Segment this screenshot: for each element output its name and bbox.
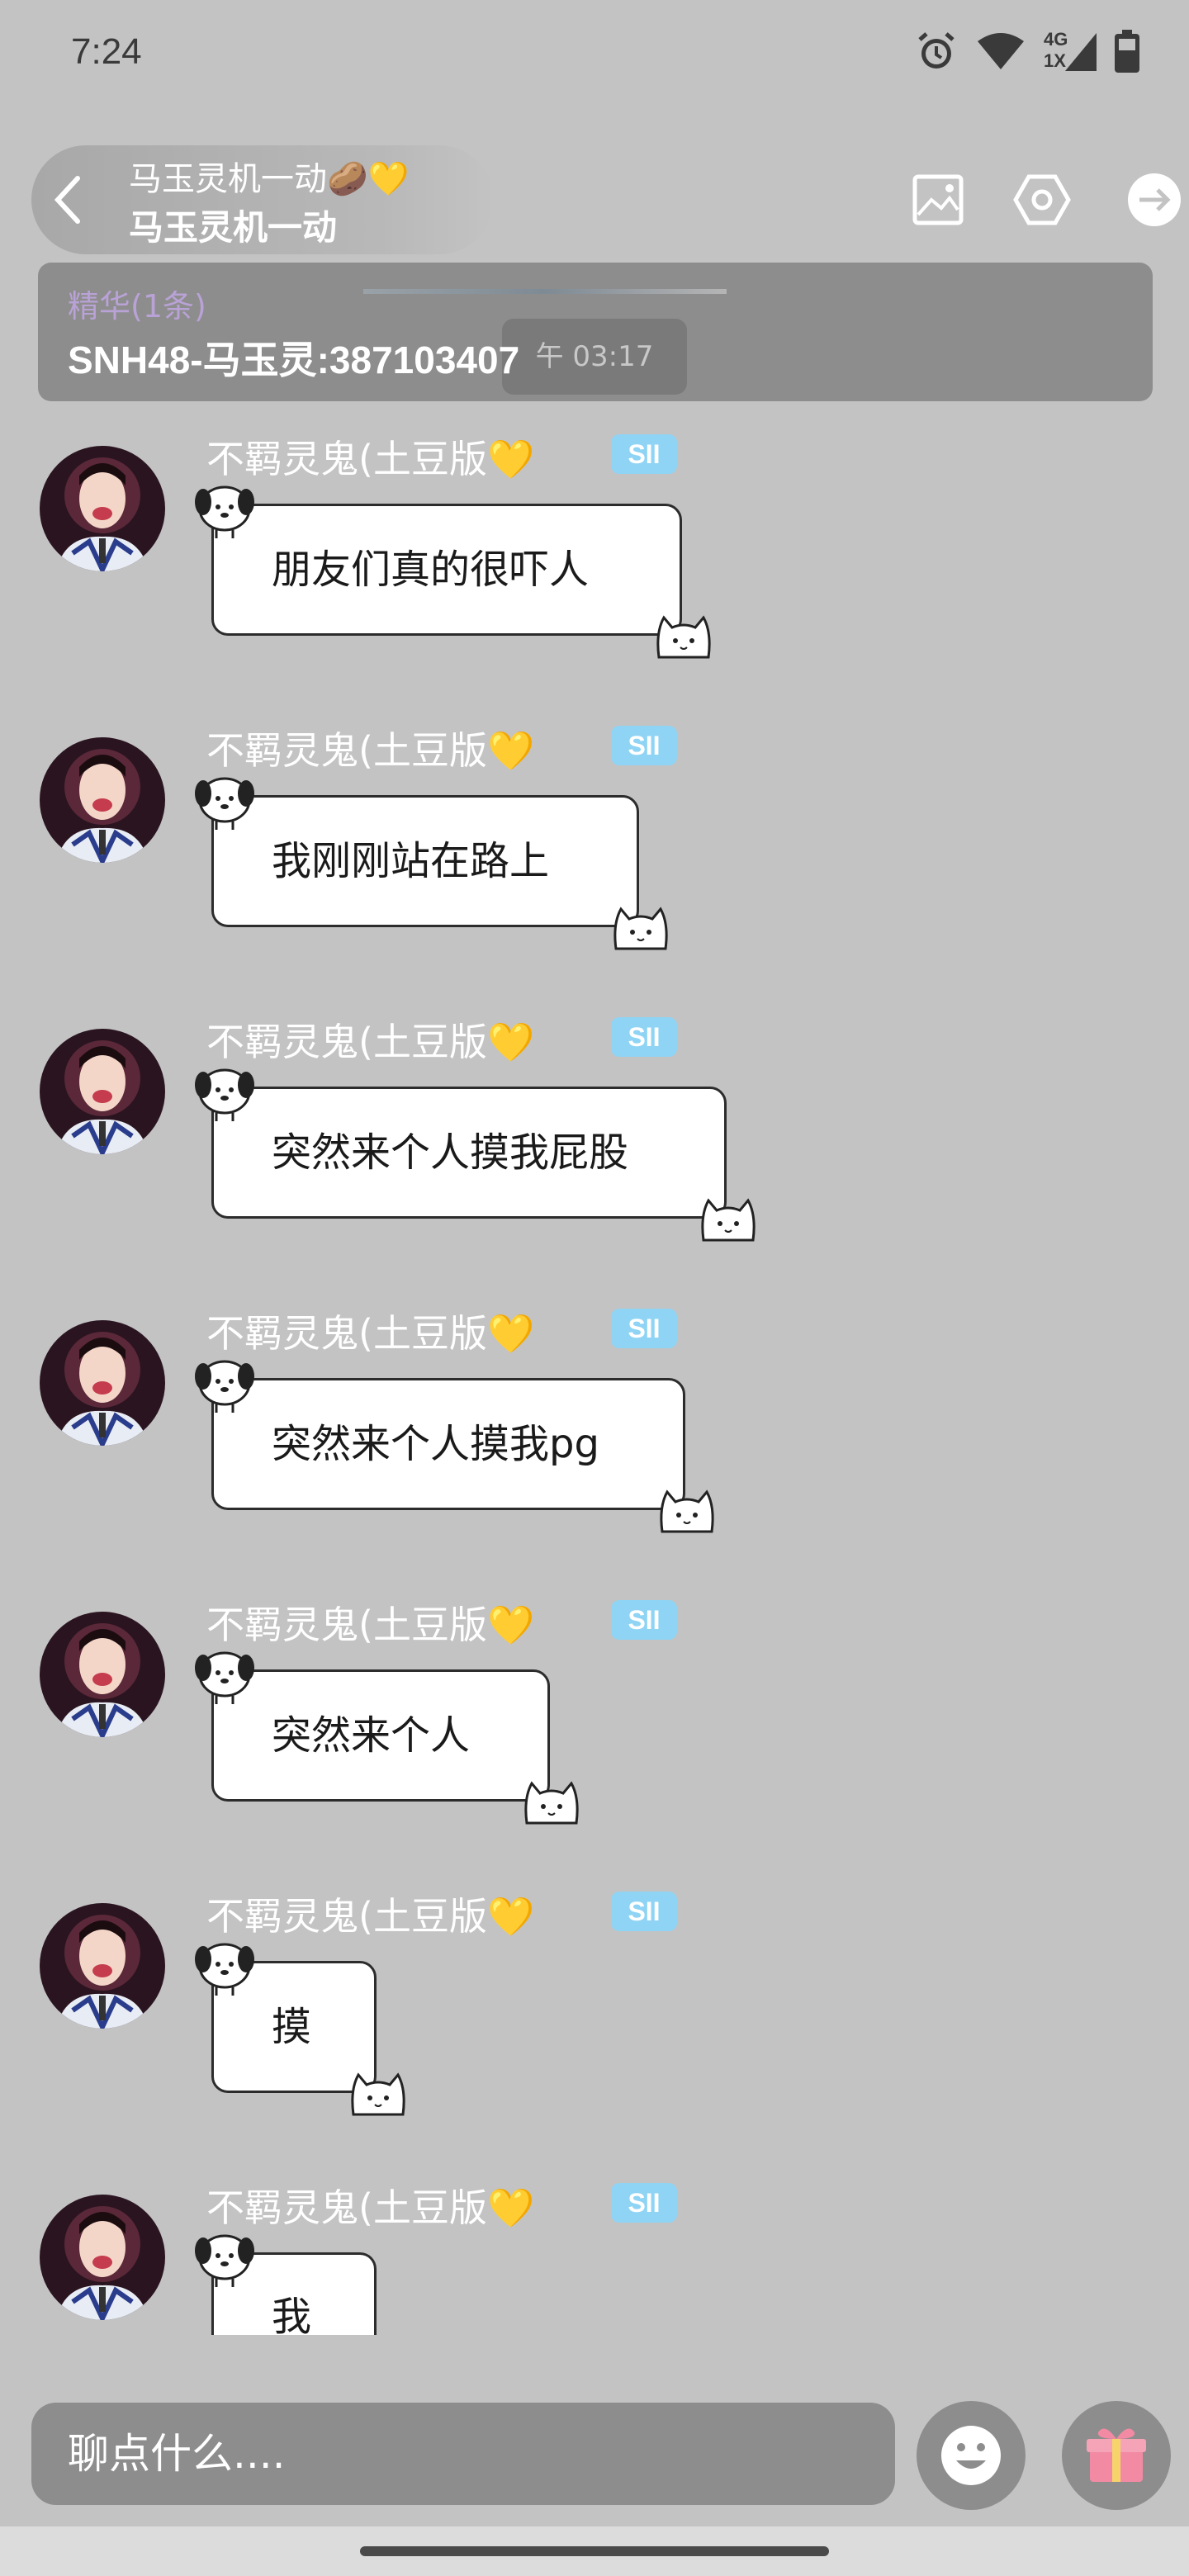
dog-sticker-icon bbox=[187, 1641, 259, 1707]
message-bubble[interactable]: 突然来个人摸我屁股 bbox=[211, 1087, 727, 1219]
cat-sticker-icon bbox=[654, 1474, 720, 1540]
signal-icon: 4G 1X bbox=[1044, 30, 1097, 73]
home-indicator[interactable] bbox=[360, 2546, 829, 2556]
heart-icon: 💛 bbox=[486, 728, 535, 773]
heart-icon: 💛 bbox=[486, 1020, 535, 1064]
team-badge: SII bbox=[611, 1892, 677, 1931]
message-bubble[interactable]: 突然来个人 bbox=[211, 1669, 550, 1802]
heart-icon: 💛 bbox=[486, 1894, 535, 1939]
timestamp-chip: 午 03:17 bbox=[502, 319, 687, 395]
cat-sticker-icon bbox=[519, 1765, 585, 1831]
battery-icon bbox=[1115, 30, 1139, 73]
smiley-icon bbox=[941, 2426, 1001, 2485]
gallery-button[interactable] bbox=[903, 165, 973, 234]
cat-sticker-icon bbox=[345, 2057, 411, 2123]
dog-sticker-icon bbox=[187, 476, 259, 542]
avatar[interactable] bbox=[40, 1903, 165, 2029]
sender-name-text: 不羁灵鬼(土豆版 bbox=[206, 1894, 487, 1939]
dog-sticker-icon bbox=[187, 767, 259, 833]
heart-icon: 💛 bbox=[486, 2185, 535, 2230]
status-icons: 4G 1X bbox=[915, 30, 1139, 73]
team-badge: SII bbox=[611, 1600, 677, 1640]
message-bubble[interactable]: 朋友们真的很吓人 bbox=[211, 504, 682, 636]
sender-name-text: 不羁灵鬼(土豆版 bbox=[206, 1311, 487, 1356]
avatar[interactable] bbox=[40, 1029, 165, 1154]
arrow-right-circle-icon bbox=[1128, 173, 1181, 226]
team-badge: SII bbox=[611, 2183, 677, 2223]
cat-sticker-icon bbox=[651, 599, 717, 665]
avatar[interactable] bbox=[40, 446, 165, 571]
sender-name-text: 不羁灵鬼(土豆版 bbox=[206, 728, 487, 773]
pinned-image-strip bbox=[363, 289, 727, 294]
back-button[interactable] bbox=[43, 170, 96, 230]
image-icon bbox=[912, 174, 964, 225]
team-badge: SII bbox=[611, 1309, 677, 1348]
network-type-top: 4G bbox=[1044, 29, 1068, 50]
sender-name-text: 不羁灵鬼(土豆版 bbox=[206, 1603, 487, 1647]
gift-button[interactable] bbox=[1062, 2401, 1171, 2510]
dog-sticker-icon bbox=[187, 1058, 259, 1125]
hexagon-settings-icon bbox=[1013, 174, 1071, 225]
heart-icon: 💛 bbox=[486, 437, 535, 481]
dog-sticker-icon bbox=[187, 2224, 259, 2290]
avatar[interactable] bbox=[40, 1612, 165, 1737]
emoji-button[interactable] bbox=[917, 2401, 1026, 2510]
chat-input[interactable] bbox=[31, 2403, 895, 2505]
team-badge: SII bbox=[611, 1017, 677, 1057]
avatar[interactable] bbox=[40, 737, 165, 863]
message-bubble[interactable]: 我刚刚站在路上 bbox=[211, 795, 639, 927]
pinned-message-text: SNH48-马玉灵:387103407 bbox=[68, 339, 520, 381]
room-subtitle: 马玉灵机一动 bbox=[129, 207, 338, 248]
message-bubble[interactable]: 突然来个人摸我pg bbox=[211, 1378, 685, 1510]
alarm-icon bbox=[918, 32, 955, 69]
chevron-left-icon bbox=[54, 176, 80, 224]
team-badge: SII bbox=[611, 434, 677, 474]
essence-label: 精华(1条) bbox=[68, 288, 206, 324]
dog-sticker-icon bbox=[187, 1350, 259, 1416]
sender-name-text: 不羁灵鬼(土豆版 bbox=[206, 1020, 487, 1064]
cat-sticker-icon bbox=[608, 891, 674, 957]
status-bar: 7:24 4G 1X bbox=[0, 0, 1189, 107]
sender-name-text: 不羁灵鬼(土豆版 bbox=[206, 437, 487, 481]
room-title: 马玉灵机一动🥔💛 bbox=[129, 160, 410, 198]
avatar[interactable] bbox=[40, 1320, 165, 1446]
team-badge: SII bbox=[611, 726, 677, 765]
status-time: 7:24 bbox=[71, 31, 142, 72]
settings-button[interactable] bbox=[1007, 165, 1077, 234]
gift-icon bbox=[1087, 2428, 1146, 2482]
cat-sticker-icon bbox=[695, 1182, 761, 1248]
network-type-bottom: 1X bbox=[1044, 50, 1066, 71]
avatar[interactable] bbox=[40, 2195, 165, 2320]
exit-button[interactable] bbox=[1120, 165, 1189, 234]
heart-icon: 💛 bbox=[486, 1311, 535, 1356]
dog-sticker-icon bbox=[187, 1933, 259, 1999]
sender-name-text: 不羁灵鬼(土豆版 bbox=[206, 2185, 487, 2230]
wifi-icon bbox=[978, 33, 1024, 69]
heart-icon: 💛 bbox=[486, 1603, 535, 1647]
